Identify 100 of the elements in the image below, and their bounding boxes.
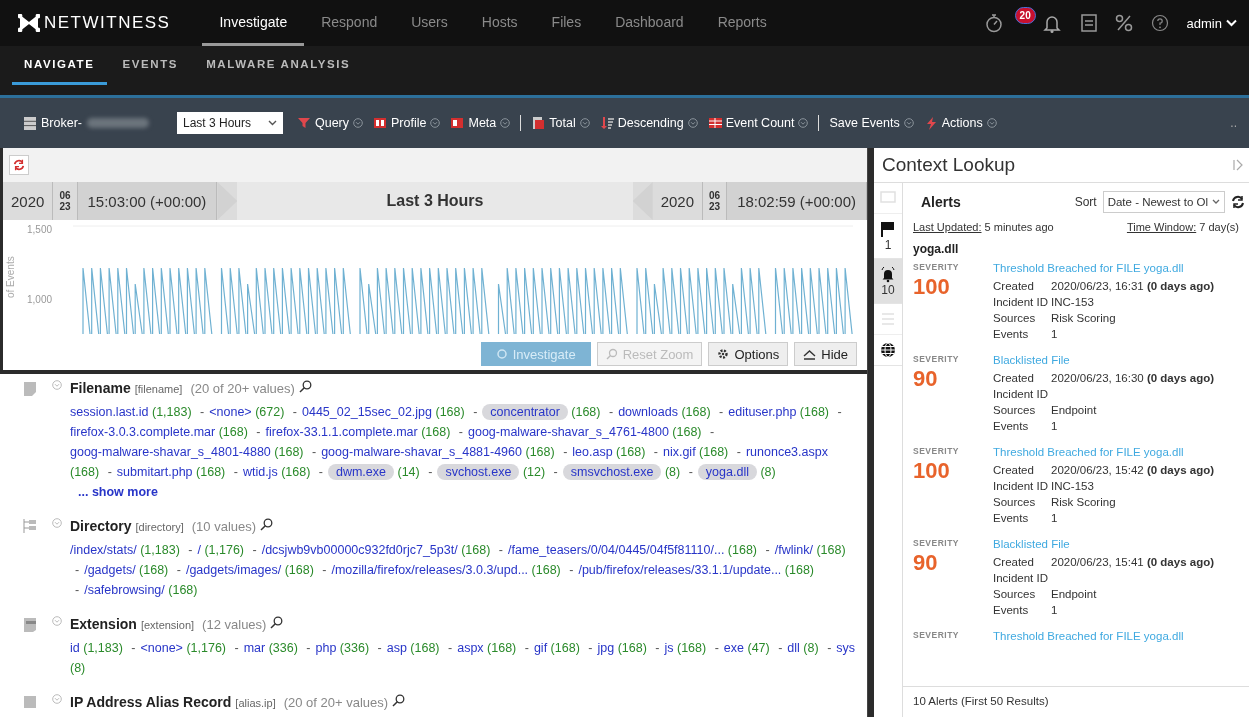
meta-value-link[interactable]: firefox-3.0.3.complete.mar <box>70 425 216 439</box>
percent-icon[interactable] <box>1114 14 1133 32</box>
dropdown-icon <box>903 118 914 128</box>
search-icon <box>605 348 618 360</box>
filename-icon <box>22 380 38 397</box>
value-count: (168) <box>461 543 491 557</box>
meta-value-link[interactable]: jpg <box>597 641 615 655</box>
form-icon[interactable] <box>1080 14 1097 32</box>
nav-tab[interactable]: Reports <box>700 0 784 46</box>
profile-menu[interactable]: Profile <box>373 116 441 130</box>
event-count-menu[interactable]: Event Count <box>707 116 809 130</box>
meta-value-link[interactable]: yoga.dll <box>697 464 757 480</box>
collapse-toggle-icon[interactable] <box>52 380 62 390</box>
meta-value-link[interactable]: wtid.js <box>242 465 278 479</box>
value-count: (168) <box>284 563 314 577</box>
severity-label: SEVERITY <box>913 538 961 548</box>
user-menu[interactable]: admin <box>1186 15 1237 31</box>
meta-value-link[interactable]: sys <box>836 641 856 655</box>
meta-value-link[interactable]: /dcsjwb9vb00000c932fd0rjc7_5p3t/ <box>261 543 458 557</box>
nav-tab[interactable]: Dashboard <box>598 0 701 46</box>
sub-tab[interactable]: EVENTS <box>110 46 191 85</box>
meta-value-link[interactable]: /fame_teasers/0/04/0445/04f5f81110/... <box>508 543 725 557</box>
meta-value-link[interactable]: goog-malware-shavar_s_4761-4800 <box>468 425 669 439</box>
nav-tab[interactable]: Files <box>534 0 599 46</box>
meta-value-link[interactable]: svchost.exe <box>437 464 520 480</box>
meta-value-link[interactable]: edituser.php <box>728 405 797 419</box>
meta-value-link[interactable]: nix.gif <box>662 445 696 459</box>
sort-select[interactable]: Date - Newest to Ol <box>1102 191 1225 213</box>
meta-value-link[interactable]: dwm.exe <box>327 464 394 480</box>
meta-value-link[interactable]: dll <box>787 641 800 655</box>
value-count: (168) <box>617 641 647 655</box>
nav-tab[interactable]: Hosts <box>464 0 535 46</box>
meta-key-name: Directory <box>70 518 132 534</box>
meta-value-link[interactable]: / <box>197 543 201 557</box>
meta-value-link[interactable]: concentrator <box>482 404 568 420</box>
meta-value-link[interactable]: goog-malware-shavar_s_4881-4960 <box>321 445 522 459</box>
meta-value-link[interactable]: session.last.id <box>70 405 149 419</box>
meta-value-link[interactable]: <none> <box>140 641 183 655</box>
options-button[interactable]: Options <box>708 342 789 366</box>
stopwatch-icon[interactable] <box>984 13 1003 33</box>
refresh-button[interactable] <box>9 155 29 175</box>
meta-value-link[interactable]: /gadgets/images/ <box>185 563 282 577</box>
meta-value-link[interactable]: exe <box>723 641 744 655</box>
nav-tab[interactable]: Respond <box>304 0 395 46</box>
meta-value-link[interactable]: asp <box>386 641 407 655</box>
search-icon[interactable] <box>392 694 406 707</box>
meta-value-link[interactable]: leo.asp <box>572 445 613 459</box>
time-range-select[interactable]: Last 3 Hours <box>177 112 283 134</box>
meta-value-link[interactable]: runonce3.aspx <box>745 445 828 459</box>
help-icon[interactable] <box>1150 14 1169 32</box>
meta-value-link[interactable]: <none> <box>209 405 252 419</box>
meta-value-link[interactable]: php <box>315 641 337 655</box>
meta-value-link[interactable]: /index/stats/ <box>70 543 137 557</box>
separator-text: - <box>608 405 614 419</box>
descending-menu[interactable]: Descending <box>599 116 698 130</box>
bell-tab[interactable]: 10 <box>874 259 902 304</box>
value-count: (168) <box>681 405 711 419</box>
actions-menu[interactable]: Actions <box>923 116 997 130</box>
meta-value-link[interactable]: firefox-33.1.1.complete.mar <box>265 425 418 439</box>
meta-value-link[interactable]: gif <box>533 641 548 655</box>
meta-value-link[interactable]: smsvchost.exe <box>562 464 662 480</box>
hide-button[interactable]: Hide <box>794 342 857 366</box>
meta-value-link[interactable]: aspx <box>457 641 484 655</box>
meta-value-link[interactable]: mar <box>243 641 266 655</box>
meta-value-link[interactable]: 0445_02_15sec_02.jpg <box>302 405 432 419</box>
meta-value-link[interactable]: /fwlink/ <box>774 543 813 557</box>
sub-tab[interactable]: NAVIGATE <box>12 46 107 85</box>
entity-name: yoga.dll <box>912 241 960 258</box>
meta-value-link[interactable]: goog-malware-shavar_s_4801-4880 <box>70 445 271 459</box>
value-count: (168) <box>196 465 226 479</box>
meta-key-id: [directory] <box>135 521 184 533</box>
field-value: 1 <box>1051 327 1059 342</box>
meta-value-link[interactable]: submitart.php <box>116 465 193 479</box>
meta-menu[interactable]: Meta <box>450 116 511 130</box>
show-more-link[interactable]: ... show more <box>78 482 158 502</box>
meta-value-link[interactable]: /safebrowsing/ <box>84 583 165 597</box>
search-icon[interactable] <box>298 380 312 393</box>
meta-value-link[interactable]: id <box>70 641 80 655</box>
redacted-text <box>87 118 149 128</box>
meta-value-link[interactable]: /mozilla/firefox/releases/3.0.3/upd... <box>331 563 529 577</box>
refresh-icon[interactable] <box>1231 195 1245 209</box>
meta-value-link[interactable]: /gadgets/ <box>84 563 136 577</box>
search-icon[interactable] <box>270 616 284 629</box>
sub-tab[interactable]: MALWARE ANALYSIS <box>194 46 363 85</box>
results-summary: 10 Alerts (First 50 Results) <box>903 686 1249 717</box>
meta-value-link[interactable]: downloads <box>618 405 678 419</box>
meta-value-link[interactable]: /pub/firefox/releases/33.1.1/update... <box>578 563 782 577</box>
value-count: (1,183) <box>152 405 192 419</box>
meta-value-link[interactable]: js <box>664 641 674 655</box>
more-button[interactable]: .. <box>1230 116 1237 130</box>
nav-tab[interactable]: Users <box>394 0 465 46</box>
globe-icon <box>879 341 897 359</box>
query-menu[interactable]: Query <box>297 116 364 130</box>
search-icon[interactable] <box>260 518 274 531</box>
total-menu[interactable]: Total <box>531 116 590 130</box>
collapse-toggle-icon[interactable] <box>52 518 62 528</box>
field-label: Incident ID <box>993 387 1049 402</box>
save-events-menu[interactable]: Save Events <box>829 116 914 130</box>
collapse-toggle-icon[interactable] <box>52 616 62 626</box>
collapse-toggle-icon[interactable] <box>52 694 62 704</box>
